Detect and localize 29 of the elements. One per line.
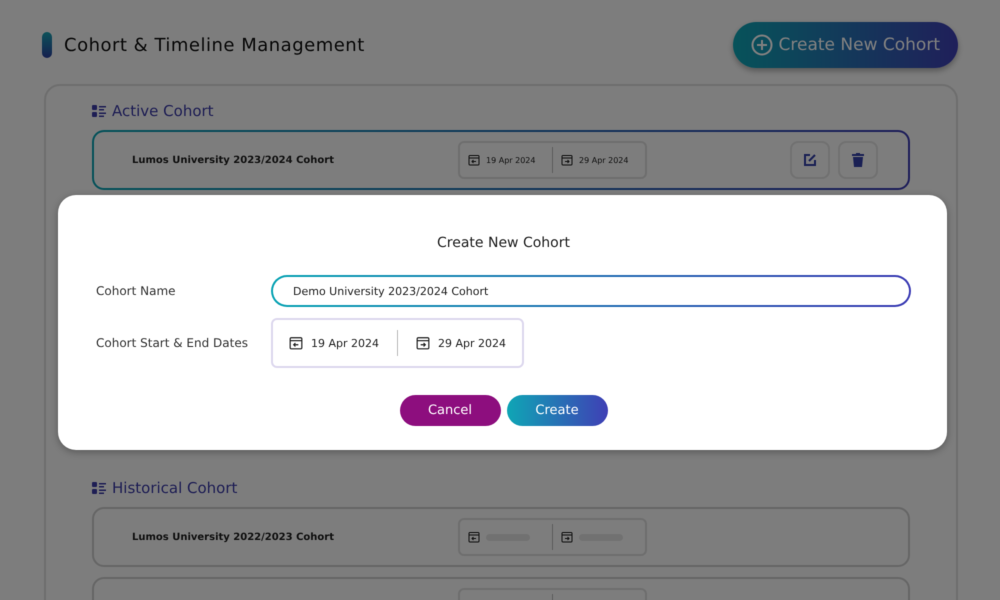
calendar-start-icon: [289, 336, 303, 350]
field-label: Cohort Name: [96, 284, 177, 298]
start-date: 19 Apr 2024: [486, 156, 536, 164]
delete-button[interactable]: [838, 141, 878, 179]
edit-icon: [803, 153, 817, 167]
section-heading: Historical Cohort: [112, 479, 238, 497]
calendar-end-icon: [416, 336, 430, 350]
start-date-button[interactable]: 19 Apr 2024: [285, 336, 384, 350]
cancel-button[interactable]: Cancel: [400, 395, 500, 426]
list-icon: [92, 482, 106, 494]
dialog-title: Create New Cohort: [436, 235, 571, 251]
list-icon: [92, 104, 106, 118]
create-button[interactable]: Create: [506, 395, 608, 426]
plus-circle-icon: [750, 34, 773, 56]
edit-button[interactable]: [790, 141, 830, 179]
calendar-start-icon: [468, 531, 480, 543]
end-date: 29 Apr 2024: [579, 156, 628, 164]
calendar-end-icon: [561, 531, 573, 543]
section-heading: Active Cohort: [112, 102, 214, 120]
calendar-start-icon: [468, 154, 480, 166]
field-label: Cohort Start & End Dates: [96, 336, 249, 350]
end-date-button[interactable]: 29 Apr 2024: [412, 336, 510, 350]
calendar-end-icon: [561, 154, 573, 166]
cohort-name: Lumos University 2023/2024 Cohort: [132, 154, 335, 166]
cohort-name-field[interactable]: Demo University 2023/2024 Cohort: [271, 275, 911, 307]
title-accent: [42, 32, 52, 58]
cohort-name: Lumos University 2022/2023 Cohort: [132, 532, 335, 542]
trash-icon: [852, 153, 864, 167]
page-title: Cohort & Timeline Management: [64, 34, 365, 56]
